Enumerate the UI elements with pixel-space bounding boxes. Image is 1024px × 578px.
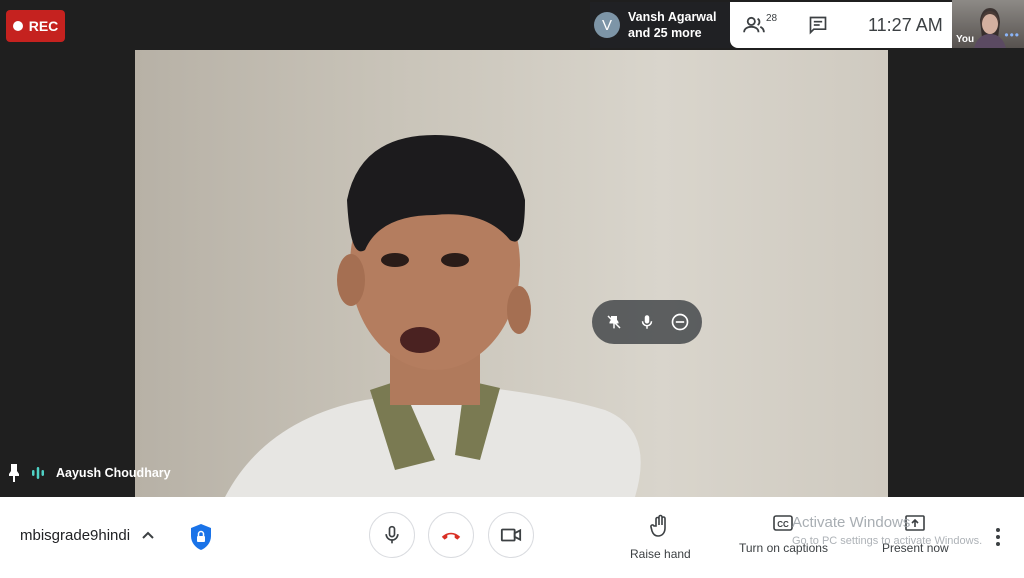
main-video-tile [135, 50, 888, 497]
leave-call-button[interactable] [428, 512, 474, 558]
top-bar: 28 11:27 AM [730, 2, 952, 48]
captions-label: Turn on captions [739, 541, 828, 555]
people-button[interactable]: 28 [730, 2, 790, 48]
speaker-video-frame [225, 135, 641, 497]
mute-participant-icon[interactable] [633, 308, 661, 336]
speaking-indicator-icon [32, 467, 44, 479]
meeting-name: mbisgrade9hindi [20, 527, 131, 544]
record-dot-icon [12, 21, 23, 31]
meeting-clock: 11:27 AM [868, 14, 943, 35]
video-camera-icon [500, 528, 522, 542]
self-label: You [956, 34, 975, 45]
captions-button[interactable]: CC Turn on captions [739, 514, 828, 555]
camera-button[interactable] [488, 512, 534, 558]
more-participants-text: and 25 more [628, 26, 702, 40]
people-icon [743, 16, 765, 33]
self-video-tile[interactable]: You ••• [952, 0, 1024, 48]
more-options-dots-icon[interactable]: ••• [1004, 28, 1020, 42]
chevron-up-icon[interactable] [141, 528, 155, 547]
speaker-name-tag: Aayush Choudhary [8, 464, 171, 482]
chat-button[interactable] [790, 2, 846, 48]
raise-hand-button[interactable]: Raise hand [630, 514, 691, 561]
pin-off-icon[interactable] [600, 308, 628, 336]
remove-participant-icon[interactable] [666, 308, 694, 336]
other-participants-chip[interactable]: V Vansh Agarwal and 25 more [590, 2, 730, 48]
present-now-button[interactable]: Present now [882, 514, 949, 555]
hang-up-icon [441, 532, 461, 540]
speaker-name: Aayush Choudhary [56, 466, 171, 480]
svg-text:CC: CC [778, 520, 790, 529]
tile-hover-controls [592, 300, 702, 344]
video-stage: REC V Vansh Agarwal and 25 more 28 11:27… [0, 0, 1024, 497]
hand-icon [650, 514, 667, 537]
vertical-dots-icon [996, 528, 1000, 546]
microphone-button[interactable] [369, 512, 415, 558]
raise-hand-label: Raise hand [630, 547, 691, 561]
present-screen-icon [905, 515, 926, 531]
microphone-icon [385, 525, 399, 544]
closed-captions-icon: CC [773, 515, 794, 531]
recording-badge: REC [6, 10, 65, 42]
more-options-button[interactable] [988, 525, 1008, 549]
present-label: Present now [882, 541, 949, 555]
participant-count: 28 [765, 12, 778, 24]
avatar: V [594, 12, 620, 38]
bottom-bar: mbisgrade9hindi Raise hand CC Turn on ca… [0, 497, 1024, 578]
participant-name: Vansh Agarwal [628, 10, 717, 24]
recording-label: REC [28, 18, 59, 34]
pin-icon [9, 464, 19, 482]
host-controls-shield-icon[interactable] [189, 523, 213, 556]
chat-icon [809, 16, 827, 35]
participants-chip-text: Vansh Agarwal and 25 more [628, 9, 716, 41]
